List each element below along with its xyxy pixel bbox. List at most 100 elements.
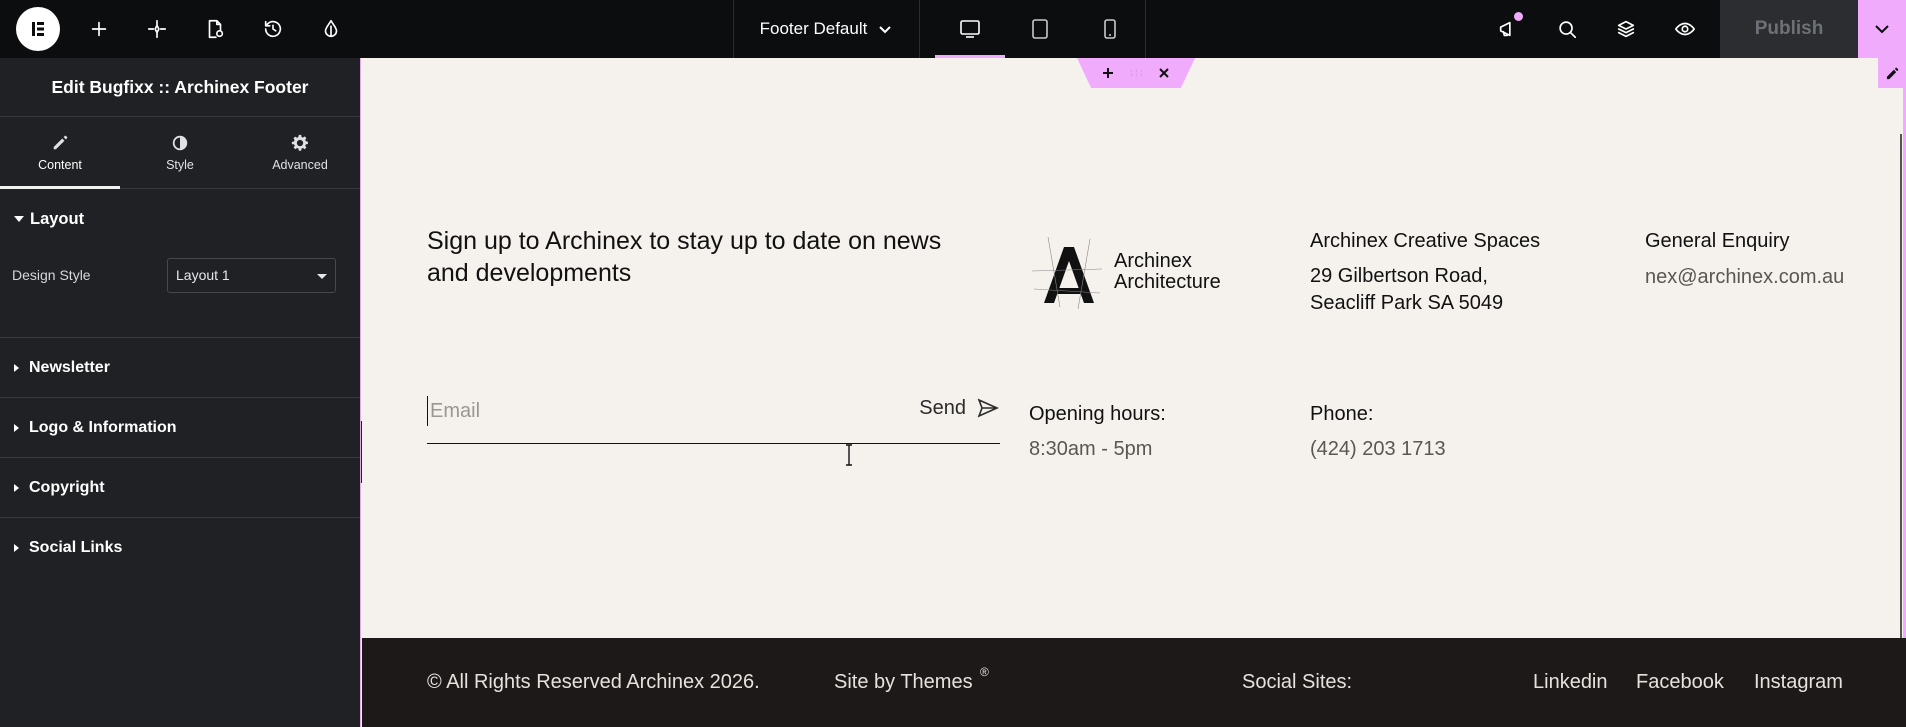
tab-style-label: Style xyxy=(166,157,194,172)
copyright-text: © All Rights Reserved Archinex 2026. xyxy=(427,671,760,693)
notification-dot xyxy=(1514,12,1523,21)
tab-content[interactable]: Content xyxy=(0,117,120,189)
finder-button[interactable] xyxy=(1537,0,1596,58)
section-social-links-title: Social Links xyxy=(29,538,123,556)
elementor-logo-button[interactable] xyxy=(16,7,60,51)
desktop-icon xyxy=(960,20,980,38)
elementor-logo-icon xyxy=(32,22,44,36)
panel-tabs: Content Style Advanced xyxy=(0,117,360,189)
text-cursor-icon xyxy=(846,444,852,466)
section-layout-title: Layout xyxy=(30,209,85,228)
close-icon[interactable] xyxy=(1157,66,1171,80)
document-title-dropdown[interactable]: Footer Default xyxy=(733,0,920,58)
toolbar-left xyxy=(0,0,360,58)
sparkle-icon xyxy=(147,19,167,39)
ai-button[interactable] xyxy=(128,0,186,58)
add-element-button[interactable] xyxy=(70,0,128,58)
design-style-value: Layout 1 xyxy=(176,267,230,283)
brand-name-line1: Archinex xyxy=(1114,250,1192,272)
toolbar-center: Footer Default xyxy=(733,0,1146,58)
caret-down-icon xyxy=(317,273,327,279)
social-link-facebook[interactable]: Facebook xyxy=(1636,671,1724,694)
newsletter-form: Send xyxy=(427,388,1000,444)
office-address: 29 Gilbertson Road, Seacliff Park SA 504… xyxy=(1310,263,1503,317)
document-title: Footer Default xyxy=(759,19,868,38)
send-button[interactable]: Send xyxy=(919,396,1000,420)
page-settings-icon xyxy=(208,19,224,39)
design-style-label: Design Style xyxy=(12,267,91,283)
drag-handle-icon[interactable] xyxy=(1129,66,1143,80)
tablet-icon xyxy=(1032,19,1048,39)
section-copyright-title: Copyright xyxy=(29,478,105,496)
enquiry-title: General Enquiry xyxy=(1645,230,1790,252)
device-desktop-button[interactable] xyxy=(935,0,1005,58)
toolbar-right: Publish xyxy=(1478,0,1906,58)
social-link-instagram[interactable]: Instagram xyxy=(1754,671,1843,694)
caret-right-icon xyxy=(14,363,19,372)
caret-right-icon xyxy=(14,423,19,432)
section-handle xyxy=(1077,58,1195,88)
half-circle-icon xyxy=(172,135,188,150)
section-social-links-toggle[interactable]: Social Links xyxy=(0,517,360,577)
caret-right-icon xyxy=(14,483,19,492)
office-address-line1: 29 Gilbertson Road, xyxy=(1310,265,1488,287)
copyright-bar: © All Rights Reserved Archinex 2026. Sit… xyxy=(362,638,1906,727)
droplet-icon xyxy=(324,19,338,38)
site-by-link[interactable]: Site by Themes xyxy=(834,671,973,694)
phone-link[interactable]: (424) 203 1713 xyxy=(1310,438,1446,461)
caret-down-icon xyxy=(14,216,24,222)
edit-widget-button[interactable] xyxy=(1878,58,1906,88)
design-style-control: Design Style Layout 1 xyxy=(0,249,360,301)
enquiry-email-link[interactable]: nex@archinex.com.au xyxy=(1645,266,1844,289)
chevron-down-icon xyxy=(1875,25,1889,34)
preview-canvas: Sign up to Archinex to stay up to date o… xyxy=(362,58,1906,727)
plus-icon xyxy=(91,21,107,37)
editor-panel: Edit Bugfixx :: Archinex Footer Content … xyxy=(0,58,361,727)
canvas-scrollbar[interactable] xyxy=(1900,134,1902,694)
send-label: Send xyxy=(919,396,966,419)
publish-options-button[interactable] xyxy=(1858,0,1906,58)
panel-title: Edit Bugfixx :: Archinex Footer xyxy=(0,58,360,117)
notifications-button[interactable] xyxy=(1478,0,1537,58)
section-copyright-toggle[interactable]: Copyright xyxy=(0,457,360,517)
brand-name: Archinex Architecture xyxy=(1114,251,1221,293)
chevron-down-icon xyxy=(879,26,892,34)
structure-button[interactable] xyxy=(1596,0,1655,58)
tab-advanced[interactable]: Advanced xyxy=(240,117,360,188)
email-input[interactable] xyxy=(427,396,867,426)
hours-value: 8:30am - 5pm xyxy=(1029,438,1153,460)
preview-button[interactable] xyxy=(1655,0,1714,58)
newsletter-heading: Sign up to Archinex to stay up to date o… xyxy=(427,227,942,287)
tab-style[interactable]: Style xyxy=(120,117,240,188)
caret-right-icon xyxy=(14,543,19,552)
publish-button[interactable]: Publish xyxy=(1720,0,1858,58)
office-address-line2: Seacliff Park SA 5049 xyxy=(1310,292,1504,314)
responsive-switcher xyxy=(935,0,1145,58)
device-mobile-button[interactable] xyxy=(1075,0,1145,58)
site-settings-button[interactable] xyxy=(302,0,360,58)
history-button[interactable] xyxy=(244,0,302,58)
history-icon xyxy=(264,20,282,38)
toolbar-divider xyxy=(1145,0,1146,58)
phone-title: Phone: xyxy=(1310,403,1374,425)
hours-title: Opening hours: xyxy=(1029,403,1166,425)
top-bar: Footer Default Publish xyxy=(0,0,1906,58)
editor-app: Footer Default Publish Edit Bugfixx:: A… xyxy=(0,0,1906,727)
layers-icon xyxy=(1617,20,1634,38)
tab-content-label: Content xyxy=(38,157,82,172)
eye-icon xyxy=(1674,22,1695,36)
registered-mark: ® xyxy=(980,665,989,679)
brand-logo[interactable]: Archinex Architecture xyxy=(1030,233,1240,311)
section-logo-information-title: Logo & Information xyxy=(29,418,177,436)
device-tablet-button[interactable] xyxy=(1005,0,1075,58)
design-style-select[interactable]: Layout 1 xyxy=(167,257,336,293)
plus-icon[interactable] xyxy=(1101,66,1115,80)
section-newsletter-title: Newsletter xyxy=(29,358,110,376)
gear-icon xyxy=(291,134,308,151)
search-icon xyxy=(1558,21,1576,39)
section-newsletter-toggle[interactable]: Newsletter xyxy=(0,337,360,397)
section-logo-information-toggle[interactable]: Logo & Information xyxy=(0,397,360,457)
page-settings-button[interactable] xyxy=(186,0,244,58)
social-link-linkedin[interactable]: Linkedin xyxy=(1533,671,1608,694)
section-layout-toggle[interactable]: Layout xyxy=(0,189,360,249)
